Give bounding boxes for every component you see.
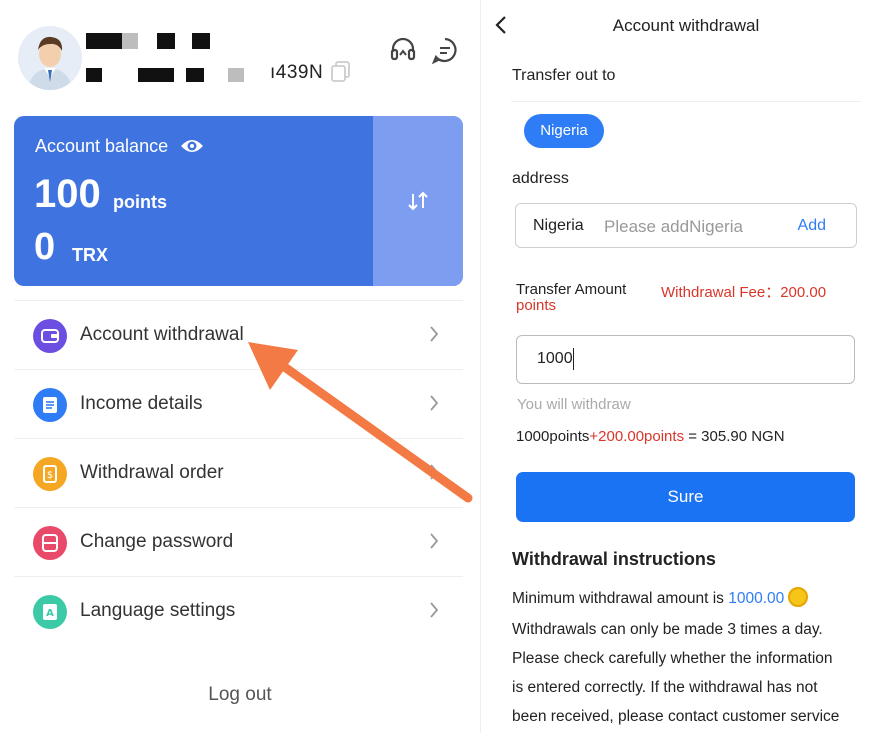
language-icon: A: [33, 595, 67, 629]
avatar[interactable]: [18, 26, 82, 90]
message-icon[interactable]: [431, 36, 459, 65]
copy-icon[interactable]: [330, 60, 352, 82]
withdrawal-screen: Account withdrawal Transfer out to Niger…: [480, 0, 876, 733]
trx-balance: 0: [34, 226, 56, 268]
sure-button[interactable]: Sure: [516, 472, 855, 522]
menu-item-label: Income details: [80, 393, 203, 414]
transfer-out-label: Transfer out to: [512, 67, 616, 84]
address-field[interactable]: Nigeria Please addNigeria Add: [515, 203, 857, 248]
chevron-right-icon: [429, 601, 439, 619]
redacted-name: [86, 33, 122, 49]
redacted-name: [157, 33, 175, 49]
instruction-line: Please check carefully whether the infor…: [512, 650, 833, 667]
instructions-title: Withdrawal instructions: [512, 549, 716, 569]
withdrawal-fee-unit: points: [516, 297, 557, 314]
svg-text:A: A: [46, 608, 54, 619]
withdraw-hint: You will withdraw: [517, 396, 631, 413]
menu-item-label: Change password: [80, 531, 234, 552]
instruction-line: is entered correctly. If the withdrawal …: [512, 679, 818, 696]
page-title: Account withdrawal: [612, 16, 760, 35]
text-caret: [573, 348, 574, 370]
redacted-id: [228, 68, 244, 82]
swap-icon[interactable]: [405, 188, 431, 214]
balance-title: Account balance: [35, 136, 169, 156]
add-address-button[interactable]: Add: [798, 217, 826, 235]
min-withdrawal-line: Minimum withdrawal amount is 1000.00: [512, 587, 809, 608]
menu-item-language-settings[interactable]: A Language settings: [14, 576, 463, 645]
user-id: ı439N: [270, 62, 324, 83]
amount-input[interactable]: 1000: [516, 335, 855, 384]
amount-value: 1000: [537, 350, 573, 367]
redacted-name: [192, 33, 210, 49]
menu-item-label: Language settings: [80, 600, 236, 621]
customer-service-icon[interactable]: [389, 36, 417, 64]
transfer-amount-label: Transfer Amount: [516, 281, 627, 298]
redacted-id: [86, 68, 102, 82]
instruction-line: Withdrawals can only be made 3 times a d…: [512, 621, 823, 638]
logout-button[interactable]: Log out: [0, 684, 480, 706]
points-balance: 100: [34, 172, 101, 216]
withdrawal-fee: Withdrawal Fee：200.00: [661, 284, 827, 301]
balance-card: Account balance 100 points 0 TRX: [14, 116, 463, 286]
instruction-line: been received, please contact customer s…: [512, 708, 840, 725]
calc-result: = 305.90 NGN: [684, 428, 785, 445]
points-unit: points: [113, 192, 167, 212]
address-country: Nigeria: [533, 217, 584, 234]
redacted-id: [138, 68, 174, 82]
annotation-arrow-icon: [248, 342, 473, 503]
menu-item-change-password[interactable]: Change password: [14, 507, 463, 576]
min-withdrawal-value: 1000.00: [728, 590, 785, 607]
address-placeholder: Please addNigeria: [604, 217, 743, 236]
calc-fee: +200.00points: [589, 428, 685, 445]
menu-item-label: Account withdrawal: [80, 324, 244, 345]
document-icon: [33, 388, 67, 422]
svg-text:$: $: [47, 470, 53, 481]
chevron-right-icon: [429, 532, 439, 550]
coin-icon: [788, 587, 809, 607]
order-icon: $: [33, 457, 67, 491]
min-withdrawal-text: Minimum withdrawal amount is: [512, 590, 729, 607]
calc-base: 1000points: [516, 428, 590, 445]
redacted-id: [186, 68, 204, 82]
wallet-icon: [33, 319, 67, 353]
address-label: address: [512, 170, 569, 187]
redacted-name: [122, 33, 138, 49]
menu-item-label: Withdrawal order: [80, 462, 224, 483]
eye-icon[interactable]: [180, 136, 204, 156]
trx-unit: TRX: [72, 245, 108, 265]
lock-icon: [33, 526, 67, 560]
country-chip[interactable]: Nigeria: [524, 114, 604, 148]
divider: [511, 101, 861, 102]
withdraw-calculation: 1000points+200.00points = 305.90 NGN: [516, 428, 785, 445]
